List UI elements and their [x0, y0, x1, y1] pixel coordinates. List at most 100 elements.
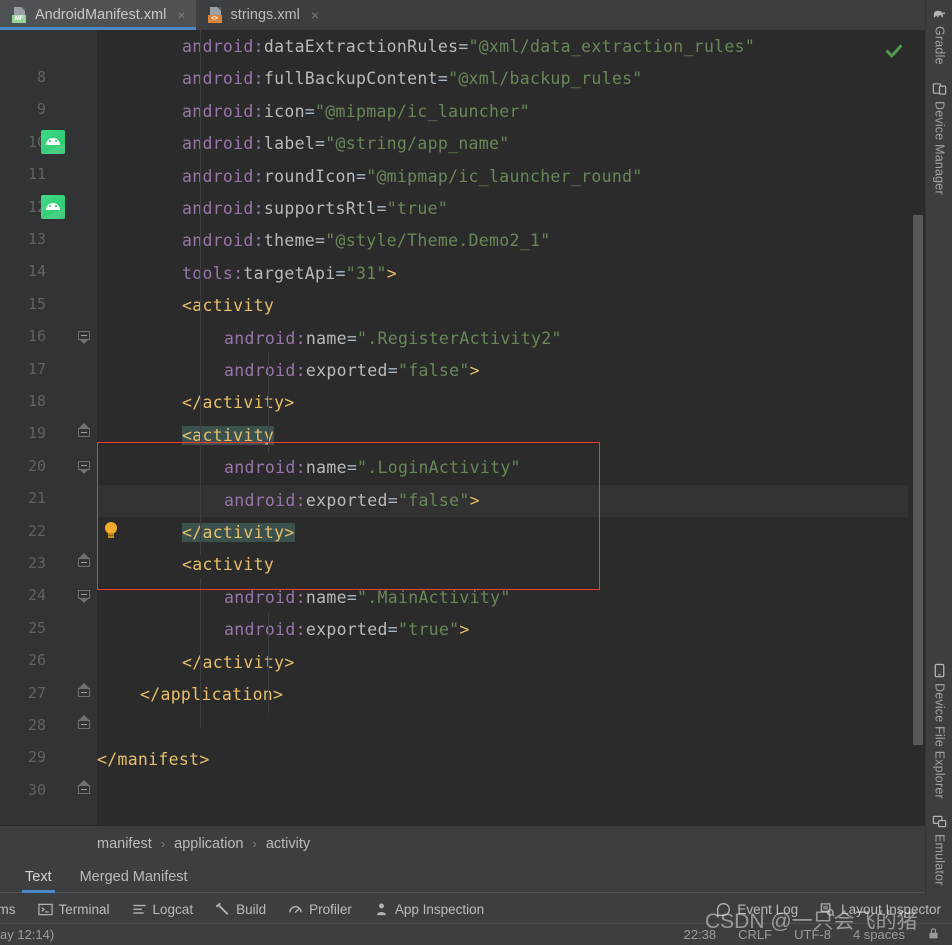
line-number: 22: [27, 521, 46, 540]
android-studio-window: MF AndroidManifest.xml × <> strings.xml × and…: [0, 0, 952, 945]
tool-window-bar-right[interactable]: Gradle Device Manager Device File Explore…: [925, 0, 952, 896]
breadcrumb-item-application[interactable]: application: [174, 836, 243, 852]
token-attr: targetApi: [243, 263, 336, 283]
tool-window-button-ems[interactable]: ems: [0, 896, 27, 923]
token-punct: >: [469, 490, 480, 510]
editor-tab-0[interactable]: MF AndroidManifest.xml ×: [0, 0, 196, 30]
fold-chevron: [79, 779, 89, 785]
token-attr: exported: [305, 620, 388, 640]
token-str: "false": [397, 361, 470, 380]
code-line-text: <activity: [182, 420, 275, 452]
breadcrumb[interactable]: manifest › application › activity: [0, 825, 925, 861]
code-line-text: android:supportsRtl="true": [182, 193, 448, 225]
editor-view-tab-merged-manifest[interactable]: Merged Manifest: [77, 861, 191, 893]
intention-bulb-icon[interactable]: [103, 521, 119, 540]
fold-chevron: [79, 682, 89, 688]
editor-view-tab-text[interactable]: Text: [22, 861, 55, 893]
line-number: 17: [27, 359, 46, 378]
code-content[interactable]: android:dataExtractionRules="@xml/data_e…: [97, 30, 908, 825]
matched-tag: <activity: [182, 425, 275, 445]
editor-tab-1[interactable]: <> strings.xml ×: [196, 0, 329, 30]
tool-window-label: Gradle: [932, 26, 947, 65]
editor-view-tabs[interactable]: Text Merged Manifest: [0, 861, 925, 893]
fold-chevron: [79, 423, 89, 429]
code-line: <activity: [97, 420, 908, 452]
tool-window-button-device-manager[interactable]: Device Manager: [926, 75, 952, 205]
editor-vertical-scrollbar[interactable]: [910, 30, 925, 825]
tool-window-button-profiler[interactable]: Profiler: [277, 896, 363, 923]
status-item-4-spaces[interactable]: 4 spaces: [853, 927, 905, 942]
code-line: android:dataExtractionRules="@xml/data_e…: [97, 31, 908, 63]
token-attr: name: [305, 587, 347, 607]
no-problems-check-icon[interactable]: [885, 42, 903, 60]
tool-window-button-emulator[interactable]: Emulator: [926, 808, 952, 896]
tool-window-button-terminal[interactable]: Terminal: [27, 896, 121, 923]
code-fold-up[interactable]: [78, 779, 91, 798]
token-attr: fullBackupContent: [263, 69, 438, 89]
code-line: android:roundIcon="@mipmap/ic_launcher_r…: [97, 161, 908, 193]
scrollbar-thumb[interactable]: [913, 215, 923, 745]
code-line-text: </activity>: [182, 387, 295, 419]
breadcrumb-separator: ›: [160, 836, 166, 851]
line-number: 27: [27, 683, 46, 702]
android-launcher-icon[interactable]: [41, 129, 65, 154]
tool-window-button-layout-inspector[interactable]: Layout Inspector: [809, 896, 952, 923]
token-punct: >: [469, 361, 480, 380]
tool-window-label: Event Log: [737, 902, 799, 917]
token-eq: =: [346, 458, 358, 478]
tool-window-button-app-inspection[interactable]: App Inspection: [363, 896, 495, 923]
status-item-utf-8[interactable]: UTF-8: [794, 927, 831, 942]
code-fold-down[interactable]: [78, 590, 91, 604]
code-line-text: android:theme="@style/Theme.Demo2_1": [182, 225, 550, 257]
code-line: android:name=".LoginActivity": [97, 452, 908, 484]
tool-window-button-build[interactable]: Build: [204, 896, 277, 923]
token-str: "@mipmap/ic_launcher": [315, 101, 530, 121]
close-icon[interactable]: ×: [177, 8, 185, 22]
token-eq: =: [355, 166, 367, 186]
token-eq: =: [387, 490, 398, 510]
fold-chevron: [79, 598, 89, 604]
code-line-text: android:name=".MainActivity": [224, 582, 511, 614]
tool-window-button-event-log[interactable]: Event Log: [705, 896, 809, 923]
fold-box: [78, 687, 90, 697]
line-number: 28: [27, 716, 46, 734]
code-line: android:supportsRtl="true": [97, 193, 908, 225]
code-fold-down[interactable]: [78, 460, 91, 474]
code-fold-up[interactable]: [78, 682, 91, 701]
tool-window-button-logcat[interactable]: Logcat: [121, 896, 205, 923]
tool-window-button-gradle[interactable]: Gradle: [926, 0, 952, 75]
tool-window-label: Terminal: [58, 902, 110, 917]
status-item-crlf[interactable]: CRLF: [738, 927, 772, 942]
breadcrumb-item-manifest[interactable]: manifest: [97, 836, 152, 852]
breadcrumb-item-activity[interactable]: activity: [266, 836, 310, 852]
code-line: android:name=".MainActivity": [97, 582, 908, 614]
line-number: 25: [27, 618, 46, 637]
code-fold-up[interactable]: [78, 423, 91, 441]
code-line-text: </manifest>: [97, 744, 210, 776]
indent-guide: [200, 30, 201, 555]
code-fold-down[interactable]: [78, 331, 91, 345]
status-item-22:38[interactable]: 22:38: [684, 927, 717, 942]
code-line: android:label="@string/app_name": [97, 128, 908, 160]
editor-tab-label: strings.xml: [230, 7, 300, 23]
tool-window-bar-bottom[interactable]: ems Terminal Logcat Build Profiler App Inspec…: [0, 896, 952, 923]
tool-window-button-device-file-explorer[interactable]: Device File Explorer: [926, 657, 952, 809]
android-launcher-icon[interactable]: [41, 194, 65, 219]
tool-window-label: Logcat: [152, 902, 194, 917]
fold-box: [78, 428, 90, 438]
code-fold-up[interactable]: [78, 553, 91, 571]
code-editor[interactable]: android:dataExtractionRules="@xml/data_e…: [0, 30, 925, 825]
logcat-icon: [132, 902, 147, 917]
token-eq: =: [437, 69, 449, 89]
token-ns: android:: [182, 69, 264, 89]
token-str: ".MainActivity": [357, 587, 511, 607]
code-line-text: android:fullBackupContent="@xml/backup_r…: [182, 63, 643, 95]
line-number: 11: [27, 165, 46, 184]
manifest-file-icon: MF: [12, 7, 28, 23]
token-attr: label: [263, 134, 316, 154]
code-fold-up[interactable]: [78, 715, 91, 733]
close-icon[interactable]: ×: [311, 8, 319, 22]
code-line: </activity>: [97, 387, 908, 419]
code-line-text: android:label="@string/app_name": [182, 128, 510, 160]
token-str: "@string/app_name": [325, 134, 510, 154]
